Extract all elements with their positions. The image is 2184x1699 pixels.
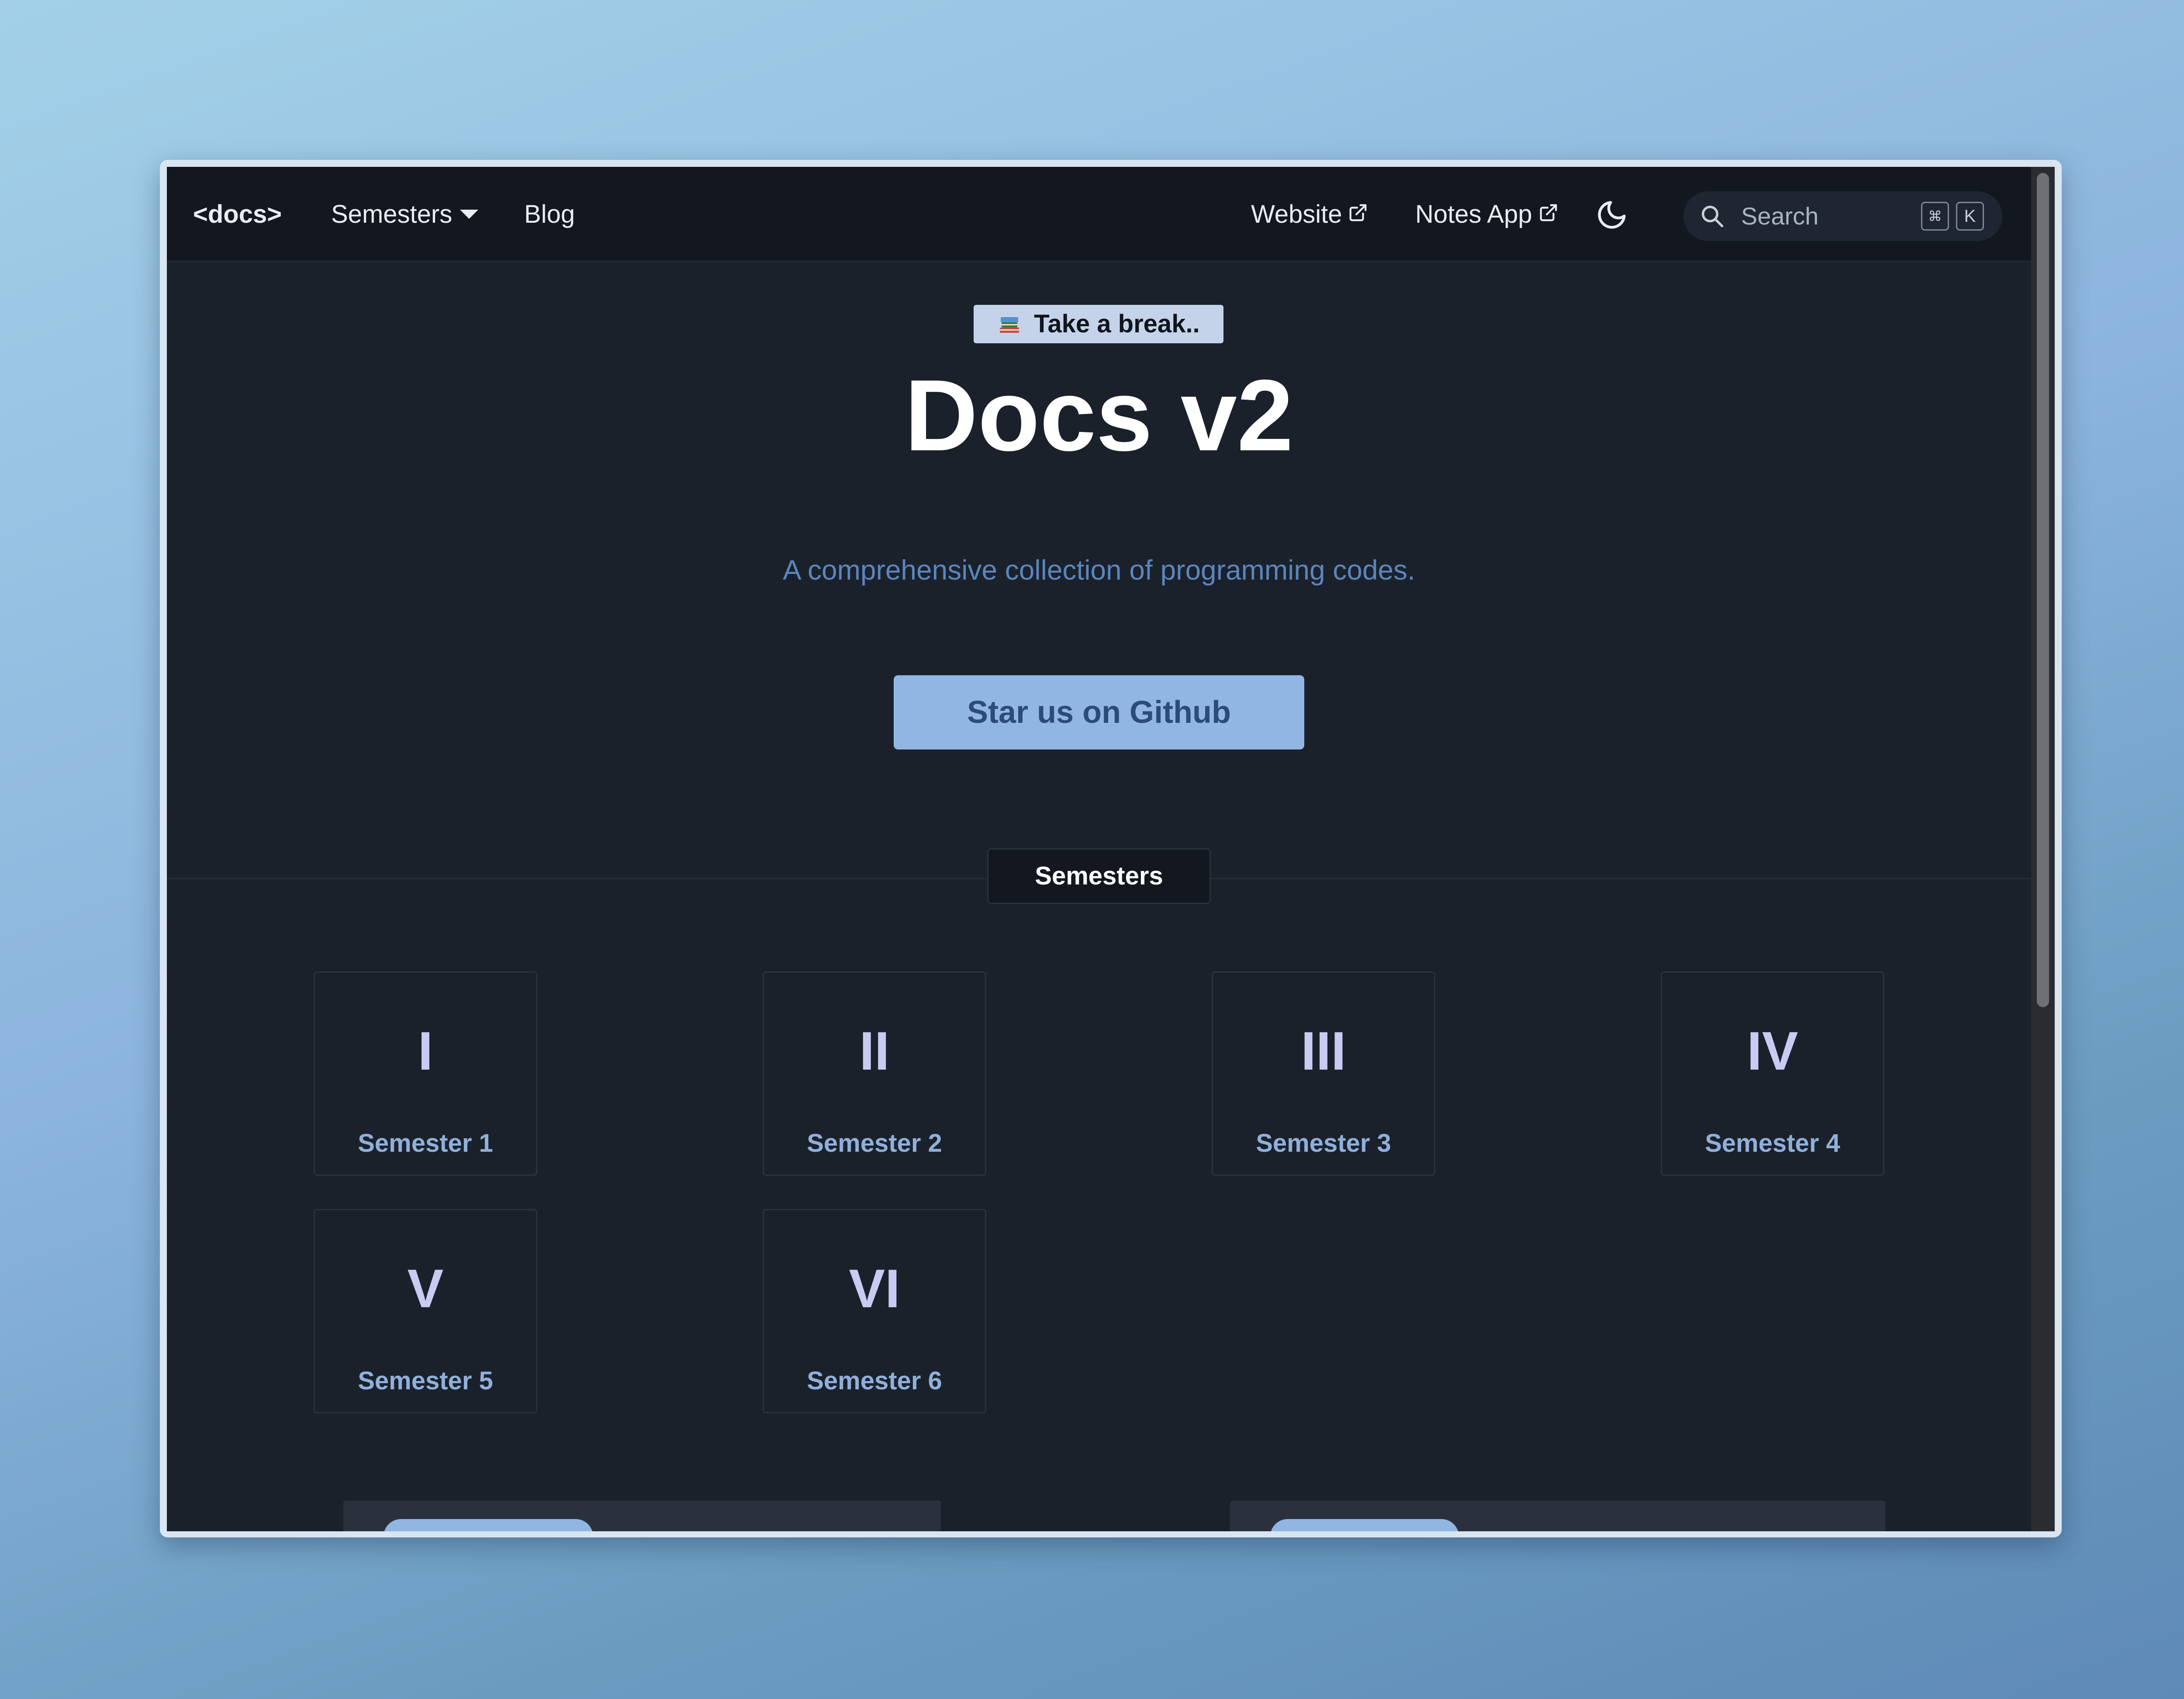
- semester-numeral: V: [407, 1259, 444, 1319]
- semester-card-3[interactable]: III Semester 3: [1212, 971, 1435, 1176]
- lower-panel-right: [1230, 1501, 1885, 1531]
- semester-numeral: I: [418, 1021, 433, 1081]
- take-a-break-badge[interactable]: Take a break..: [974, 305, 1223, 343]
- lower-panel-right-tag: [1270, 1519, 1459, 1531]
- search-input[interactable]: Search ⌘ K: [1683, 191, 2002, 241]
- semester-card-4[interactable]: IV Semester 4: [1661, 971, 1884, 1176]
- semester-card-6[interactable]: VI Semester 6: [763, 1209, 986, 1413]
- books-icon: [1000, 317, 1019, 333]
- page-subtitle: A comprehensive collection of programmin…: [783, 554, 1415, 586]
- semesters-dropdown-label: Semesters: [331, 200, 453, 228]
- chevron-down-icon: [460, 210, 479, 219]
- scrollbar[interactable]: [2031, 167, 2055, 1531]
- star-on-github-button[interactable]: Star us on Github: [894, 675, 1304, 749]
- navbar: <docs> Semesters Blog Website Notes App …: [167, 167, 2031, 262]
- semester-label: Semester 4: [1705, 1129, 1840, 1157]
- external-link-icon: [1350, 204, 1367, 221]
- semester-card-2[interactable]: II Semester 2: [763, 971, 986, 1176]
- kbd-command-key: ⌘: [1921, 202, 1949, 231]
- page-viewport: <docs> Semesters Blog Website Notes App …: [167, 167, 2031, 1531]
- notes-app-link-label: Notes App: [1415, 200, 1532, 228]
- external-link-icon: [1540, 204, 1557, 221]
- semester-label: Semester 2: [807, 1129, 942, 1157]
- blog-link[interactable]: Blog: [524, 167, 575, 262]
- browser-window: <docs> Semesters Blog Website Notes App …: [160, 160, 2062, 1537]
- notes-app-link[interactable]: Notes App: [1415, 167, 1559, 262]
- brand-logo-link[interactable]: <docs>: [193, 167, 282, 262]
- badge-label: Take a break..: [1034, 310, 1200, 338]
- semester-label: Semester 3: [1256, 1129, 1391, 1157]
- search-icon: [1702, 206, 1724, 228]
- website-link-label: Website: [1251, 200, 1342, 228]
- search-placeholder: Search: [1741, 202, 1819, 230]
- page-title: Docs v2: [905, 359, 1293, 472]
- scrollbar-thumb[interactable]: [2037, 173, 2049, 1007]
- kbd-k-key: K: [1956, 202, 1984, 231]
- semesters-dropdown[interactable]: Semesters: [331, 167, 479, 262]
- semester-label: Semester 6: [807, 1367, 942, 1395]
- semester-card-1[interactable]: I Semester 1: [314, 971, 537, 1176]
- moon-icon[interactable]: [1595, 198, 1628, 231]
- semester-numeral: II: [859, 1021, 890, 1081]
- semester-numeral: III: [1301, 1021, 1346, 1081]
- lower-panel-left-tag: [384, 1519, 593, 1531]
- semester-label: Semester 1: [358, 1129, 493, 1157]
- semester-numeral: VI: [849, 1259, 900, 1319]
- semester-numeral: IV: [1747, 1021, 1798, 1081]
- semesters-section-label: Semesters: [987, 848, 1211, 904]
- website-link[interactable]: Website: [1251, 167, 1368, 262]
- lower-panel-left: [343, 1501, 941, 1531]
- semester-label: Semester 5: [358, 1367, 493, 1395]
- semester-card-5[interactable]: V Semester 5: [314, 1209, 537, 1413]
